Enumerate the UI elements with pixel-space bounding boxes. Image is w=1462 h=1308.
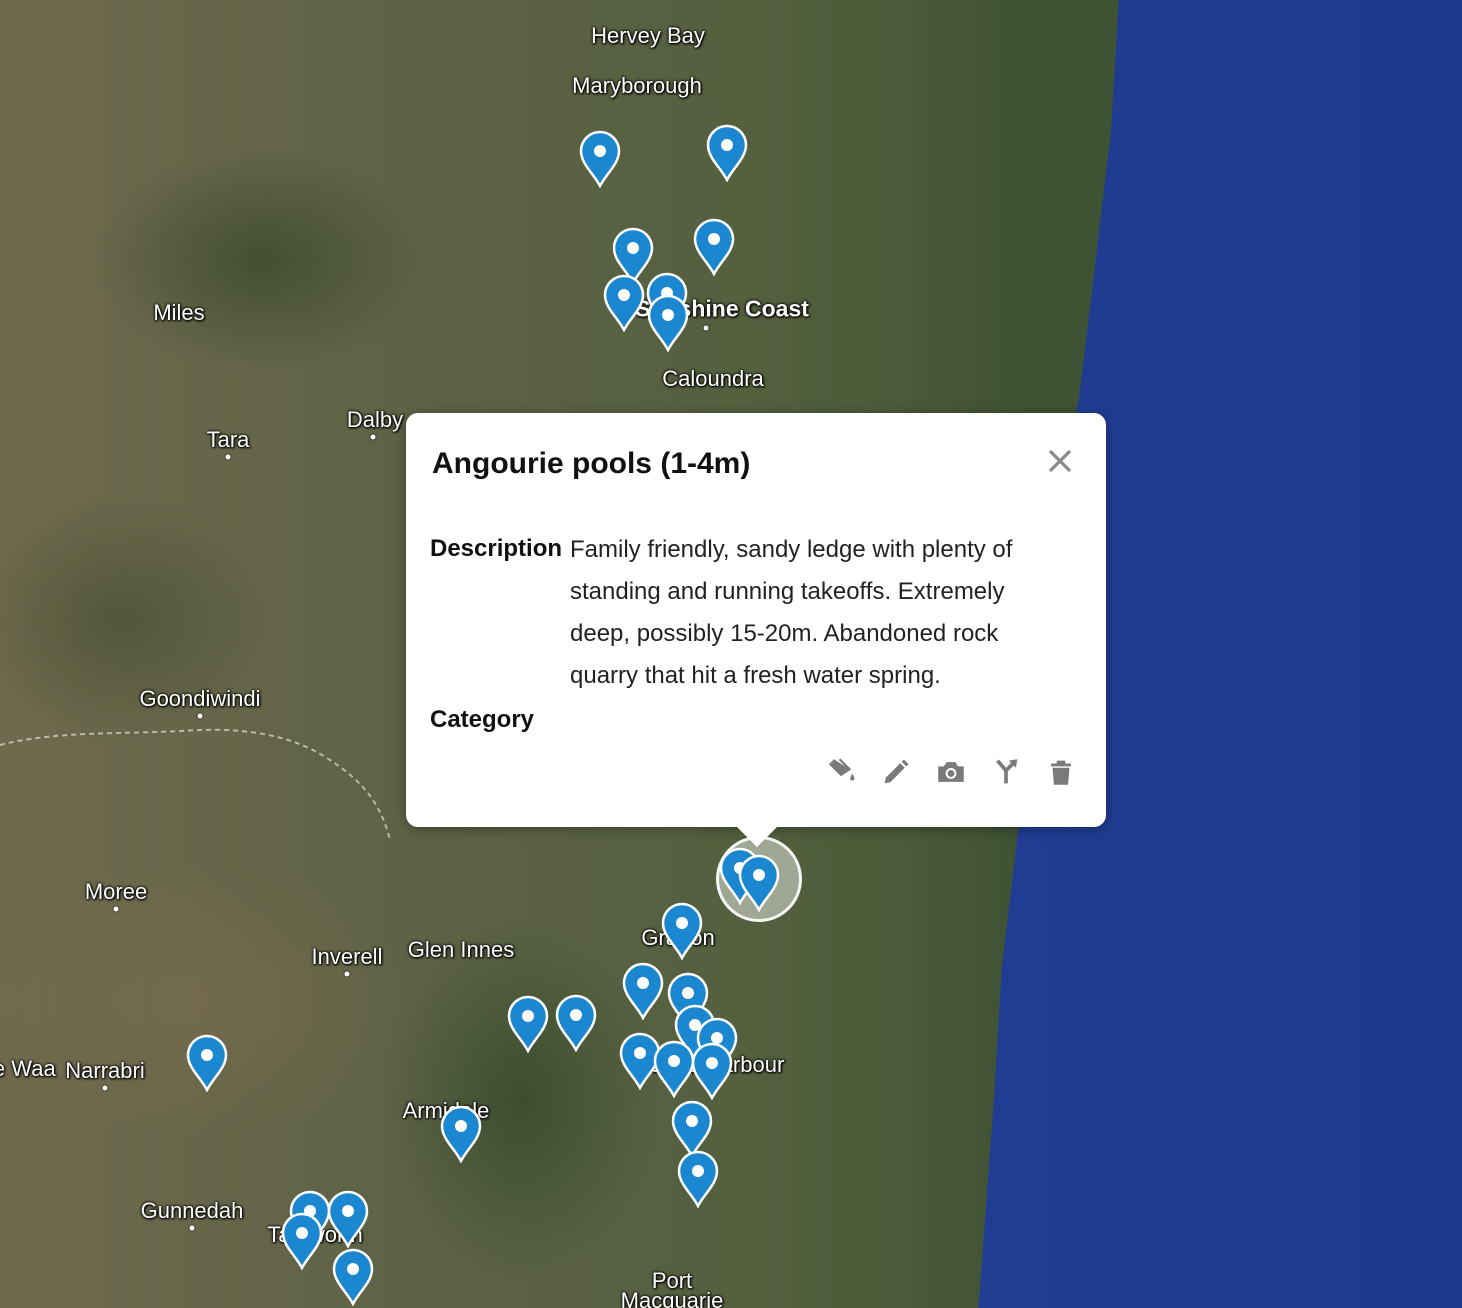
place-label-glen-innes: Glen Innes (407, 937, 515, 962)
place-label-narrabri: Narrabri (65, 1058, 145, 1083)
map-pin-icon (579, 130, 621, 188)
directions-button[interactable] (989, 755, 1023, 789)
map-pin[interactable] (646, 294, 690, 352)
place-dot (189, 1225, 195, 1231)
place-label-moree: Moree (84, 879, 148, 904)
popup-toolbar (824, 755, 1078, 789)
map-pin[interactable] (506, 995, 550, 1053)
map-pin[interactable] (280, 1212, 324, 1270)
close-button[interactable] (1042, 443, 1078, 479)
map-pin[interactable] (439, 1105, 483, 1163)
close-icon (1049, 450, 1071, 472)
place-dot (370, 434, 376, 440)
map-pin[interactable] (676, 1150, 720, 1208)
place-label-hervey-bay: Hervey Bay (591, 23, 705, 48)
map-pin-icon (706, 124, 748, 182)
place-dot (225, 454, 231, 460)
category-label: Category (430, 706, 535, 733)
map-pin-icon (327, 1190, 369, 1248)
place-label-maryborough: Maryborough (572, 73, 702, 98)
place-dot (113, 906, 119, 912)
description-value: Family friendly, sandy ledge with plenty… (570, 536, 1013, 689)
map-pin[interactable] (660, 902, 704, 960)
place-label-dalby: Dalby (346, 407, 404, 432)
map-pin-icon (555, 994, 597, 1052)
map-pin-icon (691, 1042, 733, 1100)
map-pin[interactable] (602, 274, 646, 332)
camera-icon (938, 762, 964, 782)
style-button[interactable] (824, 755, 858, 789)
map-pin-icon (622, 962, 664, 1020)
place-label-tara: Tara (206, 427, 250, 452)
place-dot (703, 325, 709, 331)
map-pin[interactable] (185, 1034, 229, 1092)
edit-button[interactable] (879, 755, 913, 789)
popup-title: Angourie pools (1-4m) (432, 447, 751, 480)
place-dot (197, 713, 203, 719)
place-label-caloundra: Caloundra (662, 366, 764, 391)
selected-map-pin[interactable] (737, 854, 781, 912)
place-label-macquarie: Macquarie (620, 1288, 724, 1308)
map-pin[interactable] (692, 218, 736, 276)
map-pin[interactable] (331, 1248, 375, 1306)
delete-button[interactable] (1044, 755, 1078, 789)
map-pin-icon (603, 274, 645, 332)
map-pin-icon (661, 902, 703, 960)
pencil-icon (884, 759, 909, 784)
map-pin-icon (332, 1248, 374, 1306)
map-pin-icon (281, 1212, 323, 1270)
map-pin[interactable] (621, 962, 665, 1020)
place-label-goondiwindi: Goondiwindi (139, 686, 261, 711)
map-pin-icon (647, 294, 689, 352)
paint-bucket-icon (828, 758, 855, 781)
info-popup: Angourie pools (1-4m) Description Family… (406, 413, 1106, 847)
map-pin[interactable] (690, 1042, 734, 1100)
description-label: Description (430, 535, 563, 562)
trash-icon (1051, 760, 1071, 785)
map-pin[interactable] (554, 994, 598, 1052)
map-pin-icon (738, 854, 780, 912)
map-pin-icon (677, 1150, 719, 1208)
map-pin[interactable] (578, 130, 622, 188)
add-photo-button[interactable] (934, 755, 968, 789)
directions-icon (996, 759, 1018, 784)
place-label-wee-waa: Wee Waa (0, 1056, 56, 1081)
map-pin-icon (440, 1105, 482, 1163)
map-pin-icon (693, 218, 735, 276)
map-pin-icon (507, 995, 549, 1053)
place-label-gunnedah: Gunnedah (140, 1198, 244, 1223)
place-dot (102, 1085, 108, 1091)
place-dot (344, 971, 350, 977)
map-pin[interactable] (326, 1190, 370, 1248)
place-label-miles: Miles (153, 300, 205, 325)
map-pin[interactable] (705, 124, 749, 182)
place-label-inverell: Inverell (311, 944, 383, 969)
map-pin-icon (186, 1034, 228, 1092)
